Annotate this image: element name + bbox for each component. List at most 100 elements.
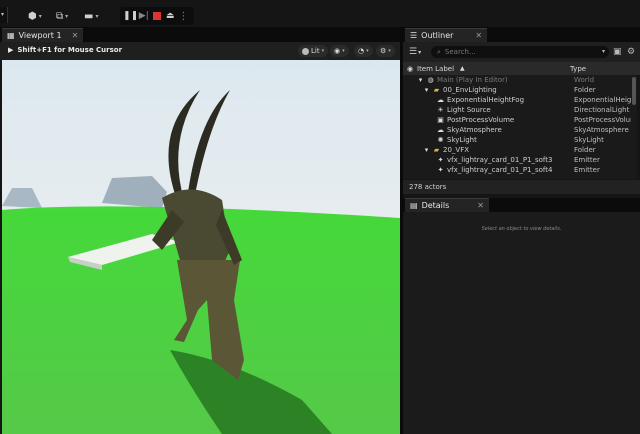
viewport-scene[interactable]: [2, 60, 400, 434]
pause-icon[interactable]: ❚❚: [123, 11, 138, 21]
chevron-down-icon: ▾: [388, 48, 391, 54]
item-type: Folder: [574, 86, 596, 94]
clapperboard-icon: ▬: [84, 10, 94, 22]
actor-count: 278 actors: [403, 180, 640, 194]
sphere-icon: [302, 47, 309, 55]
item-type: DirectionalLight: [574, 106, 630, 114]
chevron-down-icon: ▾: [342, 48, 345, 54]
item-type: PostProcessVolume: [574, 116, 631, 124]
sort-up-icon: ▲: [460, 65, 465, 72]
close-icon[interactable]: ✕: [475, 31, 482, 40]
stop-icon[interactable]: [152, 11, 162, 21]
add-content-button[interactable]: ⬢ ▾: [28, 8, 42, 24]
filter-icon: ☰: [409, 47, 418, 57]
settings-button[interactable]: ⚙ ▾: [376, 45, 395, 57]
settings-icon[interactable]: ⚙: [627, 47, 635, 57]
list-item[interactable]: ▾ ▰ 20_VFX Folder: [403, 145, 631, 155]
outliner-list: ▾ ◍ Main (Play In Editor) World ▾ ▰ 00_EnvLi…: [403, 75, 631, 179]
horn: [187, 90, 230, 200]
filter-button[interactable]: ☰ ▾: [409, 47, 421, 57]
world-icon: ◍: [427, 76, 434, 84]
viewport-toolbar: ▶ Shift+F1 for Mouse Cursor Lit ▾ ◉ ▾ ◔ …: [0, 42, 401, 60]
add-folder-icon[interactable]: ▣: [613, 47, 622, 57]
list-item[interactable]: ✦ vfx_lightray_card_01_P1_soft4 Emitter: [403, 165, 631, 175]
fog-icon: ☁: [437, 96, 444, 104]
play-controls: ❚❚ ▶| ⏏ ⋮: [120, 7, 194, 25]
item-label: vfx_lightray_card_01_P1_soft3: [447, 156, 553, 164]
folder-icon: ▰: [433, 86, 440, 94]
item-type: SkyLight: [574, 136, 604, 144]
item-type: Folder: [574, 146, 596, 154]
sky-atmosphere-icon: ☁: [437, 126, 444, 134]
blueprint-icon: ⧉: [56, 10, 64, 22]
blueprint-button[interactable]: ⧉ ▾: [56, 8, 68, 24]
more-icon[interactable]: ⋮: [178, 11, 188, 22]
item-label: Main (Play In Editor): [437, 76, 508, 84]
list-item[interactable]: ▾ ▰ 00_EnvLighting Folder: [403, 85, 631, 95]
close-icon[interactable]: ✕: [72, 31, 79, 40]
list-item[interactable]: ▾ ◍ Main (Play In Editor) World: [403, 75, 631, 85]
outliner-scrollbar[interactable]: [631, 75, 637, 179]
list-item[interactable]: ☀ Light Source DirectionalLight: [403, 105, 631, 115]
chevron-down-icon: ▾: [418, 76, 423, 84]
outliner-tab-label: Outliner: [421, 31, 454, 40]
volume-icon: ▣: [437, 116, 444, 124]
main-toolbar: ▾ ⬢ ▾ ⧉ ▾ ▬ ▾ ❚❚ ▶| ⏏ ⋮: [0, 0, 640, 28]
list-item[interactable]: ☁ExponentialHeightFog ExponentialHeightF: [403, 95, 631, 105]
list-item[interactable]: ✺ SkyLight SkyLight: [403, 135, 631, 145]
mode-dropdown[interactable]: ▾: [0, 7, 8, 23]
viewport-icon: ▦: [7, 31, 15, 40]
close-icon[interactable]: ✕: [477, 201, 484, 210]
item-type: Emitter: [574, 156, 600, 164]
outliner-icon: ☰: [410, 31, 418, 40]
list-item[interactable]: ✦ vfx_lightray_card_01_P1_soft3 Emitter: [403, 155, 631, 165]
item-label: PostProcessVolume: [447, 116, 515, 124]
skylight-icon: ✺: [437, 136, 444, 144]
mouse-cursor-hint: ▶ Shift+F1 for Mouse Cursor: [8, 46, 122, 54]
tab-viewport[interactable]: ▦ Viewport 1 ✕: [2, 28, 84, 42]
chevron-down-icon: ▾: [424, 86, 429, 94]
outliner-header: ◉ Item Label ▲ Type: [403, 62, 640, 75]
emitter-icon: ✦: [437, 156, 444, 164]
scrollbar-thumb[interactable]: [632, 77, 636, 105]
chevron-down-icon: ▾: [418, 48, 422, 56]
cinematics-button[interactable]: ▬ ▾: [84, 8, 98, 24]
search-icon: ⌕: [437, 47, 441, 56]
chevron-down-icon: ▾: [1, 11, 5, 18]
gauge-icon: ◔: [358, 47, 365, 55]
performance-button[interactable]: ◔ ▾: [354, 45, 373, 57]
list-item[interactable]: ▣PostProcessVolume PostProcessVolume: [403, 115, 631, 125]
show-flags-button[interactable]: ◉ ▾: [330, 45, 349, 57]
col-type[interactable]: Type: [570, 65, 586, 73]
list-item[interactable]: ☁ SkyAtmosphere SkyAtmosphere: [403, 125, 631, 135]
details-empty-message: Select an object to view details.: [481, 226, 562, 232]
cube-add-icon: ⬢: [28, 10, 37, 22]
visibility-icon[interactable]: ◉: [407, 65, 413, 73]
chevron-down-icon: ▾: [38, 12, 42, 20]
item-type: World: [574, 76, 595, 84]
play-icon: ▶: [8, 46, 14, 54]
chevron-down-icon: ▾: [601, 48, 605, 55]
view-mode-button[interactable]: Lit ▾: [298, 45, 329, 57]
tab-outliner[interactable]: ☰ Outliner ✕: [405, 28, 488, 42]
item-label: ExponentialHeightFog: [447, 96, 525, 104]
gear-icon: ⚙: [380, 47, 387, 55]
tab-details[interactable]: ▤ Details ✕: [405, 198, 489, 212]
item-type: ExponentialHeightF: [574, 96, 631, 104]
folder-icon: ▰: [433, 146, 440, 154]
eject-icon[interactable]: ⏏: [165, 11, 175, 21]
search-input[interactable]: ⌕ Search... ▾: [431, 46, 609, 58]
distant-rock: [102, 176, 167, 208]
item-label: 00_EnvLighting: [443, 86, 497, 94]
scene-render: [2, 90, 400, 434]
chevron-down-icon: ▾: [65, 12, 69, 20]
sun-icon: ☀: [437, 106, 444, 114]
outliner-toolbar: ☰ ▾ ⌕ Search... ▾ ▣ ⚙: [403, 42, 640, 62]
step-icon[interactable]: ▶|: [139, 11, 149, 21]
distant-rock: [2, 188, 42, 208]
item-type: Emitter: [574, 166, 600, 174]
col-item-label[interactable]: Item Label: [417, 65, 454, 73]
item-type: SkyAtmosphere: [574, 126, 629, 134]
item-label: Light Source: [447, 106, 491, 114]
chevron-down-icon: ▾: [321, 48, 325, 54]
